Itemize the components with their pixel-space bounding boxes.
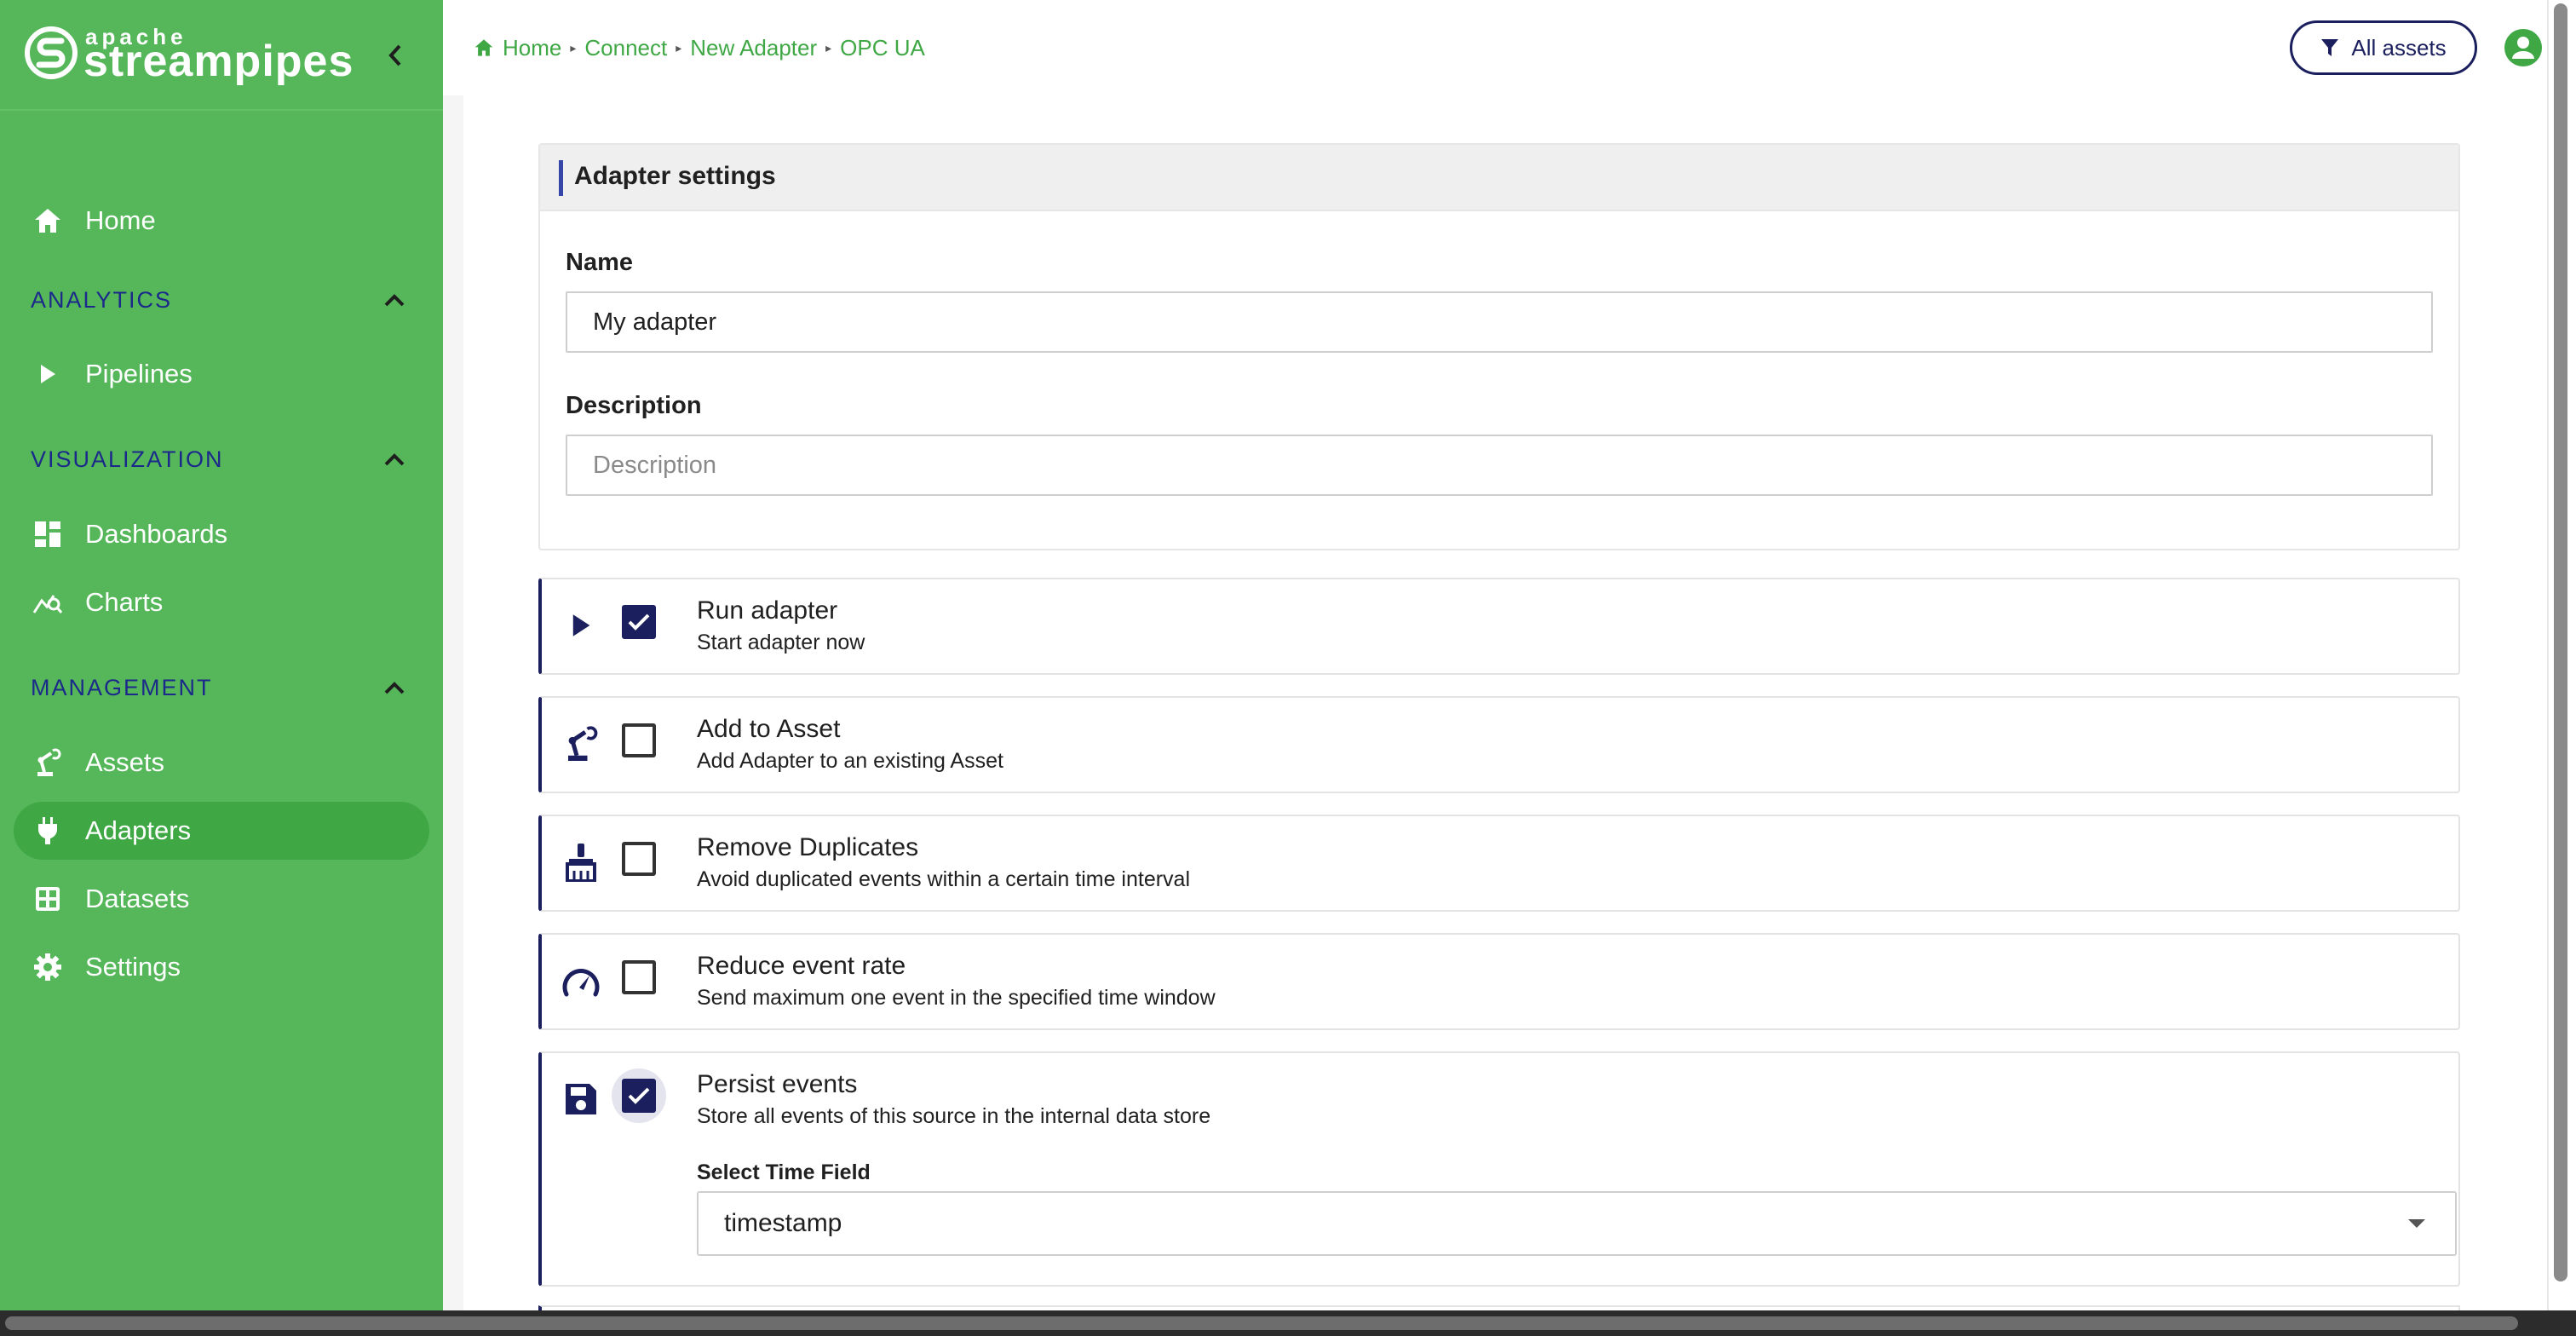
time-field-value: timestamp	[724, 1209, 842, 1237]
sidebar-item-label: Dashboards	[85, 519, 228, 549]
vertical-scrollbar[interactable]	[2547, 0, 2576, 1310]
vertical-scrollbar-thumb[interactable]	[2554, 3, 2567, 1281]
sidebar-item-datasets[interactable]: Datasets	[14, 870, 429, 928]
sidebar-item-charts[interactable]: Charts	[14, 573, 429, 631]
table-icon	[31, 882, 65, 916]
option-reduce-event-rate: Reduce event rate Send maximum one event…	[538, 933, 2460, 1030]
breadcrumb-opc-ua[interactable]: OPC UA	[840, 35, 925, 61]
breadcrumb-separator-icon: ▸	[676, 40, 682, 55]
dashboard-icon	[31, 517, 65, 551]
run-adapter-checkbox[interactable]	[622, 605, 656, 639]
sidebar-item-settings[interactable]: Settings	[14, 938, 429, 996]
sidebar-item-label: Home	[85, 205, 156, 235]
breadcrumb-separator-icon: ▸	[570, 40, 577, 55]
option-title: Persist events	[697, 1070, 858, 1098]
section-analytics[interactable]: ANALYTICS	[31, 279, 405, 321]
collapse-sidebar-button[interactable]	[382, 39, 409, 72]
sidebar-item-label: Charts	[85, 587, 164, 617]
sidebar-item-label: Pipelines	[85, 359, 193, 389]
play-icon	[561, 605, 601, 646]
reduce-event-rate-checkbox[interactable]	[622, 960, 656, 994]
sidebar-item-label: Settings	[85, 952, 181, 982]
persist-events-checkbox[interactable]	[622, 1079, 656, 1113]
section-visualization[interactable]: VISUALIZATION	[31, 438, 405, 481]
account-circle-icon[interactable]	[2503, 27, 2544, 68]
option-run-adapter: Run adapter Start adapter now	[538, 578, 2460, 675]
name-field[interactable]	[566, 291, 2433, 353]
adapter-settings-card: Adapter settings Name Description	[538, 143, 2460, 550]
dropdown-arrow-icon	[2408, 1219, 2425, 1228]
all-assets-button[interactable]: All assets	[2290, 20, 2477, 75]
chevron-left-icon	[388, 44, 401, 66]
section-label: VISUALIZATION	[31, 446, 224, 472]
sidebar-item-pipelines[interactable]: Pipelines	[14, 345, 429, 403]
option-description: Send maximum one event in the specified …	[697, 986, 1216, 1010]
chart-search-icon	[31, 585, 65, 619]
sidebar-item-dashboards[interactable]: Dashboards	[14, 505, 429, 563]
option-title: Remove Duplicates	[697, 833, 919, 861]
sidebar-item-label: Assets	[85, 747, 165, 777]
home-icon	[474, 39, 493, 56]
option-description: Start adapter now	[697, 631, 865, 654]
home-icon	[31, 204, 65, 238]
plug-icon	[31, 814, 65, 848]
breadcrumb-separator-icon: ▸	[825, 40, 832, 55]
chevron-up-icon	[384, 682, 405, 694]
breadcrumb: Home ▸ Connect ▸ New Adapter ▸ OPC UA	[474, 32, 925, 63]
speed-gauge-icon	[561, 960, 601, 1001]
option-title: Run adapter	[697, 596, 838, 625]
option-remove-duplicates: Remove Duplicates Avoid duplicated event…	[538, 815, 2460, 912]
option-description: Store all events of this source in the i…	[697, 1104, 1211, 1128]
time-field-label: Select Time Field	[697, 1160, 871, 1184]
filter-icon	[2321, 39, 2339, 56]
sidebar-item-home[interactable]: Home	[14, 192, 429, 250]
play-icon	[31, 357, 65, 391]
horizontal-scrollbar[interactable]	[0, 1310, 2576, 1336]
option-title: Reduce event rate	[697, 952, 906, 980]
chevron-up-icon	[384, 453, 405, 466]
option-persist-events: Persist events Store all events of this …	[538, 1051, 2460, 1287]
robot-arm-icon	[31, 746, 65, 780]
brand[interactable]: apache streampipes	[0, 0, 443, 111]
option-description: Add Adapter to an existing Asset	[697, 749, 1003, 773]
section-label: MANAGEMENT	[31, 674, 213, 700]
description-label: Description	[566, 392, 702, 419]
add-to-asset-checkbox[interactable]	[622, 723, 656, 757]
top-bar: Home ▸ Connect ▸ New Adapter ▸ OPC UA Al…	[443, 0, 2556, 95]
main-content: Adapter settings Name Description Run ad…	[463, 95, 2547, 1310]
sidebar: apache streampipes Home ANALYTICS Pipeli…	[0, 0, 443, 1310]
chevron-up-icon	[384, 294, 405, 307]
sidebar-item-assets[interactable]: Assets	[14, 734, 429, 792]
breadcrumb-home[interactable]: Home	[503, 35, 561, 61]
time-field-select[interactable]: timestamp	[697, 1191, 2457, 1256]
description-field[interactable]	[566, 435, 2433, 496]
option-description: Avoid duplicated events within a certain…	[697, 867, 1191, 891]
sidebar-item-label: Adapters	[85, 815, 192, 845]
brand-name: streampipes	[83, 37, 354, 86]
header-accent-bar	[559, 160, 563, 196]
sidebar-item-label: Datasets	[85, 884, 190, 913]
horizontal-scrollbar-thumb[interactable]	[5, 1316, 2518, 1330]
option-add-to-asset: Add to Asset Add Adapter to an existing …	[538, 696, 2460, 793]
breadcrumb-connect[interactable]: Connect	[584, 35, 667, 61]
adapter-settings-title: Adapter settings	[574, 162, 776, 190]
gear-icon	[31, 950, 65, 984]
all-assets-label: All assets	[2351, 34, 2447, 60]
name-label: Name	[566, 249, 633, 276]
check-icon	[628, 613, 650, 631]
check-icon	[628, 1087, 650, 1104]
section-management[interactable]: MANAGEMENT	[31, 666, 405, 709]
cleaning-brush-icon	[561, 842, 601, 883]
section-label: ANALYTICS	[31, 286, 173, 313]
adapter-settings-header: Adapter settings	[540, 145, 2458, 211]
option-title: Add to Asset	[697, 715, 841, 743]
streampipes-logo-icon	[25, 26, 78, 79]
robot-arm-icon	[561, 723, 601, 764]
sidebar-item-adapters[interactable]: Adapters	[14, 802, 429, 860]
save-icon	[561, 1079, 601, 1120]
remove-duplicates-checkbox[interactable]	[622, 842, 656, 876]
breadcrumb-new-adapter[interactable]: New Adapter	[690, 35, 817, 61]
